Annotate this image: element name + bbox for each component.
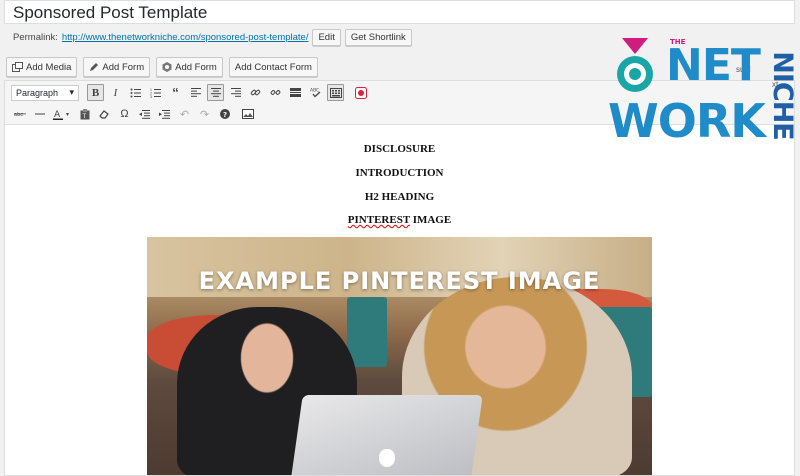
introduction-paragraph: INTRODUCTION [355,167,444,179]
text-color-icon[interactable]: A ▾ [51,106,73,123]
align-left-icon[interactable] [187,84,204,101]
add-contact-form-label: Add Contact Form [234,61,312,73]
pinterest-example-image[interactable]: EXAMPLE PINTEREST IMAGE [147,237,652,475]
link-icon[interactable] [247,84,264,101]
unlink-icon[interactable] [267,84,284,101]
the-network-niche-logo: THE NET WORK NICHE [606,36,798,154]
horizontal-line-icon[interactable] [31,106,48,123]
format-select[interactable]: Paragraph ▾ [11,84,79,101]
image-icon[interactable] [239,106,256,123]
record-icon[interactable] [352,84,369,101]
add-form-button[interactable]: Add Form [83,57,151,77]
italic-icon[interactable]: I [107,84,124,101]
add-media-button[interactable]: Add Media [6,57,78,77]
special-character-icon[interactable]: Ω [116,106,133,123]
permalink-row: Permalink: http://www.thenetworkniche.co… [13,28,412,46]
bulleted-list-icon[interactable] [127,84,144,101]
indent-icon[interactable] [156,106,173,123]
image-caption: EXAMPLE PINTEREST IMAGE [198,267,601,295]
apple-logo-icon [379,449,395,467]
toolbar-toggle-icon[interactable] [327,84,344,101]
logo-niche: NICHE [766,50,798,140]
help-icon[interactable]: ? [216,106,233,123]
svg-text:abc: abc [14,112,23,118]
read-more-icon[interactable] [287,84,304,101]
gravity-form-icon [162,62,172,72]
align-center-icon[interactable] [207,84,224,101]
spellcheck-icon[interactable]: ABC [307,84,324,101]
numbered-list-icon[interactable]: 123 [147,84,164,101]
add-gravity-form-label: Add Form [175,61,217,73]
post-title-field[interactable]: Sponsored Post Template [4,0,795,24]
add-gravity-form-button[interactable]: Add Form [156,57,223,77]
outdent-icon[interactable] [136,106,153,123]
add-contact-form-button[interactable]: Add Contact Form [228,57,318,77]
media-icon [12,62,23,72]
pencil-icon [89,62,99,72]
edit-permalink-button[interactable]: Edit [312,28,341,46]
pinterest-word: PINTEREST [347,214,410,226]
svg-text:?: ? [223,111,227,119]
add-form-label: Add Form [102,61,145,73]
h2-heading-paragraph: H2 HEADING [364,191,435,203]
logo-work: WORK [608,94,766,148]
clear-formatting-icon[interactable] [96,106,113,123]
svg-text:▾: ▾ [66,112,69,118]
undo-icon[interactable]: ↶ [176,106,193,123]
add-media-label: Add Media [26,61,72,73]
format-select-value: Paragraph [16,87,59,98]
redo-icon[interactable]: ↷ [196,106,213,123]
chevron-down-icon: ▾ [69,87,74,97]
logo-net: NET [666,40,761,91]
location-pin-icon [617,38,653,92]
align-right-icon[interactable] [227,84,244,101]
permalink-url[interactable]: http://www.thenetworkniche.com/sponsored… [62,32,309,43]
get-shortlink-button[interactable]: Get Shortlink [344,28,412,46]
svg-text:T: T [81,113,86,120]
blockquote-icon[interactable]: “ [167,84,184,101]
permalink-label: Permalink: [13,31,58,43]
pinterest-image-label: PINTEREST IMAGE [5,214,794,226]
svg-text:ABC: ABC [310,88,319,94]
media-buttons: Add Media Add Form Add Form Add Contact … [6,57,318,77]
paste-as-text-icon[interactable]: T [76,106,93,123]
bold-icon[interactable]: B [87,84,104,101]
post-title-input[interactable]: Sponsored Post Template [13,3,207,23]
strikethrough-icon[interactable]: abc [11,106,28,123]
image-word: IMAGE [409,214,452,226]
svg-text:3: 3 [150,95,152,98]
